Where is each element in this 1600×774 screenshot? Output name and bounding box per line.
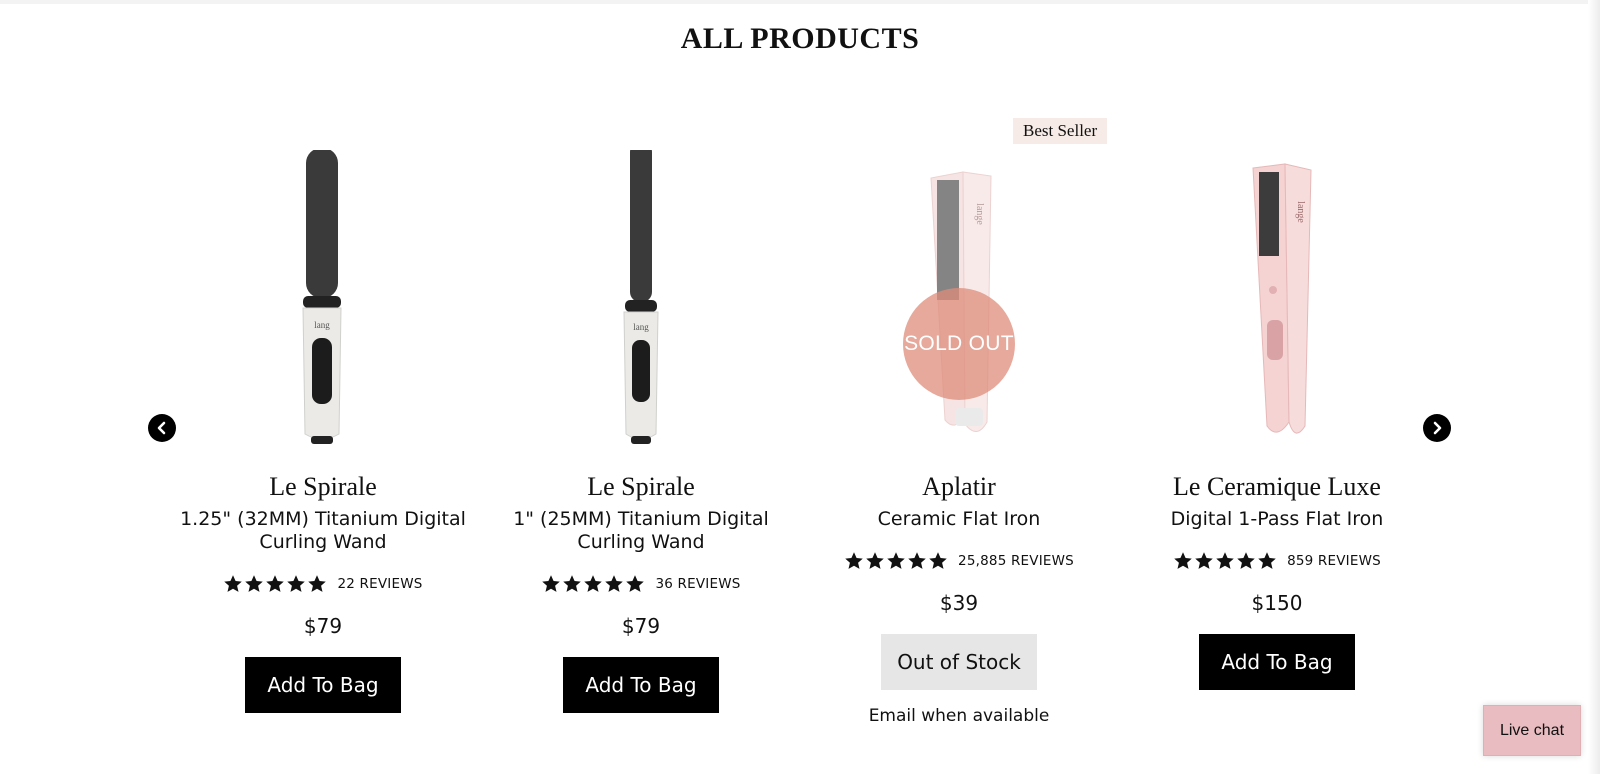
- add-to-bag-button[interactable]: Add To Bag: [245, 657, 401, 713]
- svg-text:lange: lange: [974, 203, 985, 225]
- star-icon: [542, 575, 561, 592]
- product-subtitle[interactable]: 1" (25MM) Titanium Digital Curling Wand: [491, 508, 791, 554]
- sold-out-badge: SOLD OUT: [903, 288, 1015, 400]
- review-count: 859 REVIEWS: [1287, 553, 1381, 569]
- star-icon: [245, 575, 264, 592]
- product-price: $79: [621, 614, 661, 638]
- star-icon: [929, 552, 947, 569]
- star-icon: [1237, 552, 1255, 569]
- product-name[interactable]: Le Spirale: [163, 472, 483, 502]
- star-icon: [1195, 552, 1213, 569]
- out-of-stock-button[interactable]: Out of Stock: [881, 634, 1037, 690]
- page-edge-shadow: [1588, 0, 1600, 774]
- product-image[interactable]: lang: [223, 148, 423, 450]
- product-card: lang Le Spirale 1.25" (32MM) Titanium Di…: [163, 100, 483, 740]
- product-price: $150: [1251, 591, 1303, 615]
- review-count: 36 REVIEWS: [655, 576, 741, 592]
- svg-text:lang: lang: [314, 320, 330, 330]
- star-rating: [541, 574, 645, 594]
- product-price: $39: [939, 591, 979, 615]
- star-icon: [584, 575, 603, 592]
- add-to-bag-button[interactable]: Add To Bag: [1199, 634, 1355, 690]
- star-icon: [626, 575, 645, 592]
- curling-wand-icon: lang: [623, 142, 659, 444]
- product-card: lange Le Ceramique Luxe Digital 1-Pass F…: [1117, 100, 1437, 740]
- star-icon: [866, 552, 884, 569]
- review-count: 22 REVIEWS: [337, 576, 423, 592]
- product-name[interactable]: Le Spirale: [481, 472, 801, 502]
- top-divider: [0, 0, 1600, 4]
- product-card: lang Le Spirale 1" (25MM) Titanium Digit…: [481, 100, 801, 740]
- svg-text:lang: lang: [633, 322, 649, 332]
- product-rating[interactable]: 36 REVIEWS: [481, 574, 801, 594]
- star-icon: [266, 575, 285, 592]
- star-icon: [308, 575, 327, 592]
- product-subtitle[interactable]: Digital 1-Pass Flat Iron: [1127, 508, 1427, 531]
- product-rating[interactable]: 22 REVIEWS: [163, 574, 483, 594]
- product-subtitle[interactable]: 1.25" (32MM) Titanium Digital Curling Wa…: [173, 508, 473, 554]
- star-icon: [287, 575, 306, 592]
- product-rating[interactable]: 25,885 REVIEWS: [799, 551, 1119, 571]
- product-rating[interactable]: 859 REVIEWS: [1117, 551, 1437, 571]
- star-icon: [1216, 552, 1234, 569]
- svg-text:lange: lange: [1295, 201, 1306, 223]
- star-icon: [1258, 552, 1276, 569]
- add-to-bag-button[interactable]: Add To Bag: [563, 657, 719, 713]
- star-icon: [1174, 552, 1192, 569]
- star-icon: [224, 575, 243, 592]
- curling-wand-icon: lang: [302, 148, 342, 444]
- section-title: ALL PRODUCTS: [680, 22, 920, 55]
- review-count: 25,885 REVIEWS: [958, 553, 1074, 569]
- product-name[interactable]: Aplatir: [799, 472, 1119, 502]
- product-price: $79: [303, 614, 343, 638]
- best-seller-badge: Best Seller: [1013, 118, 1108, 144]
- star-icon: [605, 575, 624, 592]
- star-icon: [563, 575, 582, 592]
- star-icon: [887, 552, 905, 569]
- star-icon: [908, 552, 926, 569]
- star-rating: [1173, 551, 1277, 571]
- email-when-available-link[interactable]: Email when available: [799, 706, 1119, 726]
- star-rating: [844, 551, 948, 571]
- product-image[interactable]: lange: [1177, 150, 1377, 450]
- star-icon: [845, 552, 863, 569]
- flat-iron-icon: lange: [1252, 163, 1312, 434]
- product-name[interactable]: Le Ceramique Luxe: [1117, 472, 1437, 502]
- star-rating: [223, 574, 327, 594]
- live-chat-button[interactable]: Live chat: [1483, 705, 1581, 756]
- product-subtitle[interactable]: Ceramic Flat Iron: [809, 508, 1109, 531]
- product-card: Best Seller lange SOLD OUT Aplatir Ceram…: [799, 100, 1119, 740]
- product-image[interactable]: lang: [541, 142, 741, 450]
